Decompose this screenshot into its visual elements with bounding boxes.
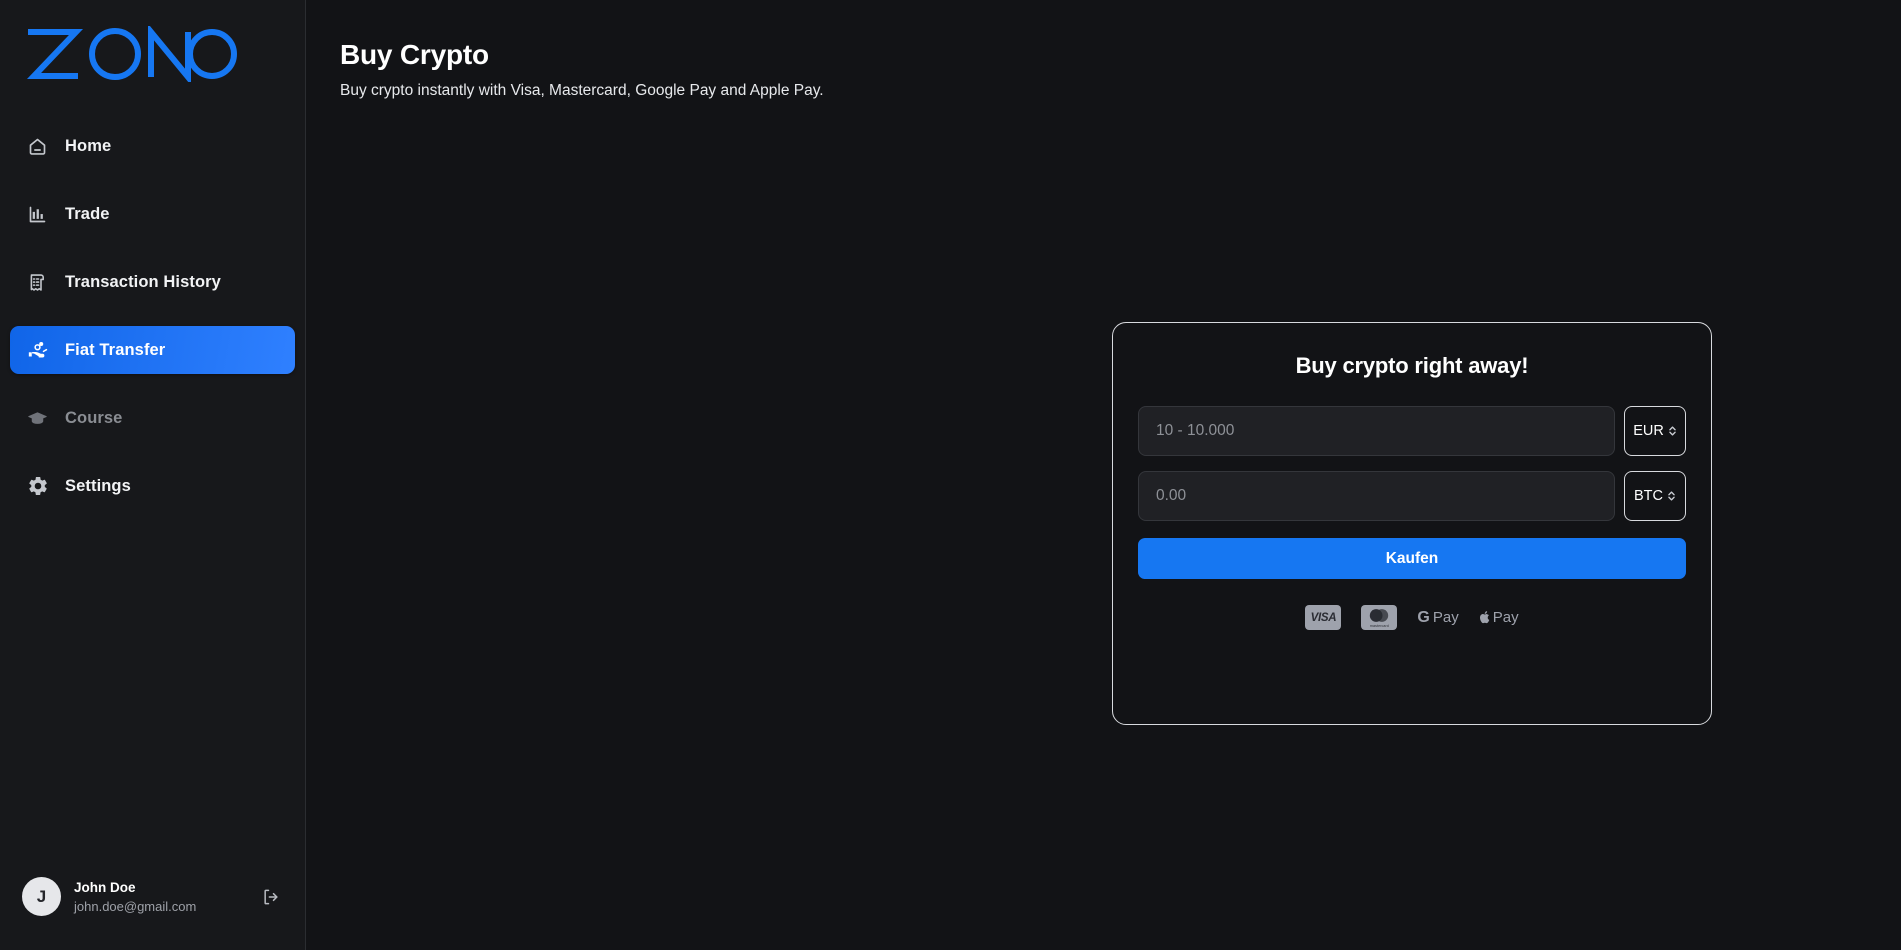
- crypto-currency-value: BTC: [1634, 488, 1663, 504]
- avatar: J: [22, 877, 61, 916]
- mastercard-icon: mastercard: [1361, 605, 1398, 630]
- sidebar-nav: Home Trade Transaction History Fiat Tran…: [0, 104, 305, 510]
- crypto-currency-select[interactable]: BTC: [1624, 471, 1686, 521]
- apple-pay-icon: Pay: [1479, 609, 1519, 626]
- sidebar-item-fiat-transfer[interactable]: Fiat Transfer: [10, 326, 295, 374]
- fiat-currency-value: EUR: [1633, 423, 1664, 439]
- crypto-amount-input[interactable]: [1138, 471, 1615, 521]
- user-profile[interactable]: J John Doe john.doe@gmail.com: [0, 877, 305, 950]
- sidebar-item-label: Trade: [65, 204, 110, 223]
- sidebar-item-label: Course: [65, 408, 123, 427]
- sidebar-item-settings[interactable]: Settings: [10, 462, 295, 510]
- apple-logo-icon: [1479, 611, 1489, 624]
- google-pay-label: Pay: [1432, 609, 1459, 626]
- sidebar-item-label: Fiat Transfer: [65, 340, 166, 359]
- logout-button[interactable]: [259, 885, 283, 909]
- user-meta: John Doe john.doe@gmail.com: [74, 879, 196, 915]
- buy-card-title: Buy crypto right away!: [1295, 353, 1529, 378]
- chevron-updown-icon: [1667, 490, 1676, 502]
- zono-logo-icon: [26, 26, 237, 82]
- google-g-mark: G: [1417, 608, 1430, 626]
- sidebar-item-trade[interactable]: Trade: [10, 190, 295, 238]
- gear-icon: [26, 475, 49, 498]
- visa-icon: VISA: [1305, 605, 1342, 630]
- sidebar-item-course[interactable]: Course: [10, 394, 295, 442]
- user-email: john.doe@gmail.com: [74, 898, 197, 914]
- sidebar-item-transaction-history[interactable]: Transaction History: [10, 258, 295, 306]
- apple-pay-label: Pay: [1492, 609, 1519, 626]
- brand-logo[interactable]: [0, 0, 305, 104]
- home-icon: [26, 135, 49, 158]
- buy-card-area: Buy crypto right away! EUR: [1112, 322, 1712, 725]
- sidebar: Home Trade Transaction History Fiat Tran…: [0, 0, 306, 950]
- logout-icon: [264, 889, 278, 904]
- mastercard-label: mastercard: [1369, 623, 1389, 628]
- hand-coins-icon: [26, 339, 49, 362]
- chevron-updown-icon: [1668, 425, 1677, 437]
- receipt-icon: [26, 271, 49, 294]
- bar-chart-icon: [26, 203, 49, 226]
- buy-crypto-card: Buy crypto right away! EUR: [1112, 322, 1712, 725]
- page-subtitle: Buy crypto instantly with Visa, Masterca…: [340, 82, 824, 99]
- fiat-currency-select[interactable]: EUR: [1624, 406, 1686, 456]
- sidebar-item-label: Transaction History: [65, 272, 221, 291]
- main-content: Buy Crypto Buy crypto instantly with Vis…: [306, 0, 1901, 950]
- google-pay-icon: G Pay: [1417, 609, 1458, 627]
- mastercard-circles: [1370, 608, 1389, 622]
- crypto-amount-row: BTC: [1138, 471, 1686, 521]
- sidebar-item-home[interactable]: Home: [10, 122, 295, 170]
- page-title: Buy Crypto: [340, 39, 489, 70]
- user-name: John Doe: [74, 879, 136, 895]
- fiat-amount-input[interactable]: [1138, 406, 1615, 456]
- buy-submit-button[interactable]: Kaufen: [1138, 538, 1686, 579]
- payment-methods: VISA mastercard G Pay Pay: [1138, 605, 1686, 630]
- fiat-amount-row: EUR: [1138, 406, 1686, 456]
- sidebar-item-label: Home: [65, 136, 112, 155]
- graduation-cap-icon: [26, 407, 49, 430]
- visa-label: VISA: [1310, 611, 1337, 624]
- app-root: Home Trade Transaction History Fiat Tran…: [0, 0, 1901, 950]
- sidebar-item-label: Settings: [65, 476, 131, 495]
